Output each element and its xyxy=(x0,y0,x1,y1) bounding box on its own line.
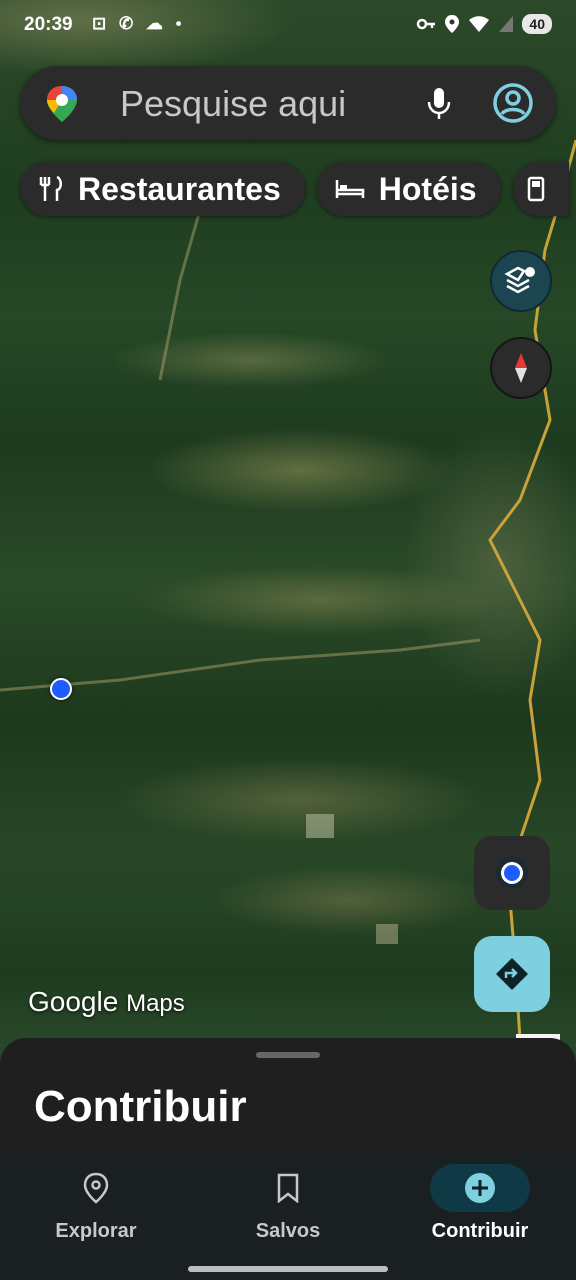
fork-knife-icon xyxy=(39,175,62,201)
bed-icon xyxy=(335,180,364,198)
chip-hotels[interactable]: Hotéis xyxy=(316,162,501,216)
my-location-icon xyxy=(496,857,528,889)
nav-icon-wrap xyxy=(46,1164,146,1212)
google-maps-watermark: Google Maps xyxy=(28,986,185,1018)
watermark-maps: Maps xyxy=(126,990,185,1017)
battery-indicator: 40 xyxy=(522,14,552,34)
layers-button[interactable] xyxy=(490,250,552,312)
directions-button[interactable] xyxy=(474,936,550,1012)
layers-icon xyxy=(504,266,535,294)
sheet-drag-handle[interactable] xyxy=(256,1052,320,1058)
nav-icon-wrap xyxy=(430,1164,530,1212)
location-pin-icon xyxy=(83,1172,109,1204)
chip-restaurants[interactable]: Restaurantes xyxy=(20,162,305,216)
bottom-navigation: Explorar Salvos Contribuir xyxy=(0,1154,576,1280)
watermark-google: Google xyxy=(28,986,119,1017)
compass-icon xyxy=(515,353,527,383)
search-input[interactable]: Pesquise aqui xyxy=(120,83,346,125)
nav-label: Salvos xyxy=(255,1220,321,1242)
system-icons: 40 xyxy=(416,14,552,34)
chip-gas[interactable] xyxy=(512,162,569,216)
key-icon xyxy=(417,18,436,30)
gas-station-icon xyxy=(527,176,544,202)
account-icon[interactable] xyxy=(492,82,534,124)
search-bar[interactable]: Pesquise aqui xyxy=(20,66,556,140)
nav-item-contribuir[interactable]: Contribuir xyxy=(384,1154,576,1264)
nav-item-salvos[interactable]: Salvos xyxy=(192,1154,384,1264)
chip-label: Restaurantes xyxy=(78,170,281,207)
my-location-button[interactable] xyxy=(474,836,550,910)
status-time: 20:39 xyxy=(24,14,73,35)
nav-icon-wrap xyxy=(238,1164,338,1212)
compass-button[interactable] xyxy=(490,337,552,399)
directions-icon xyxy=(496,958,528,990)
nav-item-explorar[interactable]: Explorar xyxy=(0,1154,192,1264)
wifi-icon xyxy=(469,16,490,32)
nav-label: Contribuir xyxy=(431,1220,529,1242)
microphone-icon[interactable] xyxy=(426,86,452,122)
home-indicator[interactable] xyxy=(188,1266,388,1272)
bottom-sheet[interactable]: Contribuir xyxy=(0,1038,576,1168)
category-chips: Restaurantes Hotéis xyxy=(20,162,569,216)
chip-label: Hotéis xyxy=(378,170,477,207)
notification-icons: ⊡ ✆ ☁ • xyxy=(92,14,186,33)
sheet-title: Contribuir xyxy=(34,1082,247,1131)
add-circle-icon xyxy=(465,1173,495,1203)
google-maps-logo-icon xyxy=(47,86,77,122)
nav-label: Explorar xyxy=(55,1220,137,1242)
signal-icon xyxy=(499,16,514,32)
bookmark-icon xyxy=(277,1173,299,1203)
location-status-icon xyxy=(445,15,460,33)
current-location-marker xyxy=(50,678,72,700)
status-bar: 20:39 ⊡ ✆ ☁ • 40 xyxy=(0,0,576,56)
